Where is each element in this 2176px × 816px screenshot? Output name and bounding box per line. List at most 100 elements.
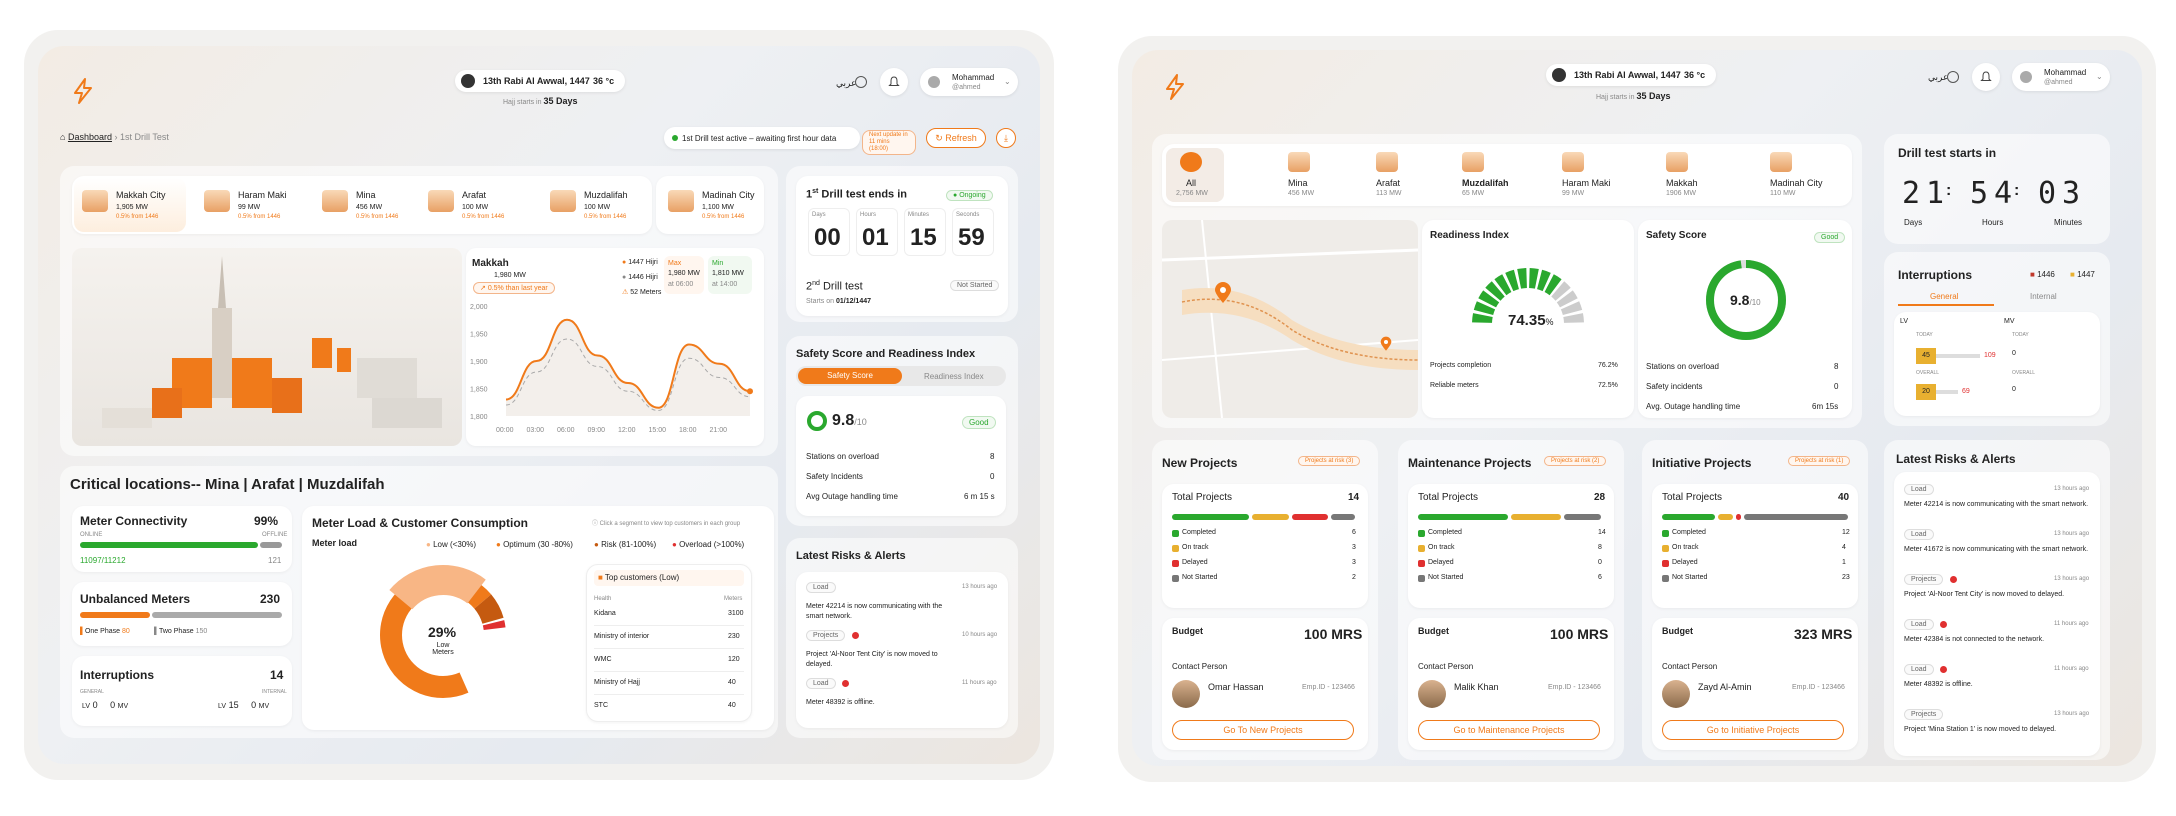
tab-general[interactable]: General xyxy=(1930,292,1958,301)
contact-name: Malik Khan xyxy=(1454,682,1499,692)
safety-row-value: 0 xyxy=(1834,382,1839,391)
route-map[interactable] xyxy=(1162,220,1418,418)
safety-row-value: 6 m 15 s xyxy=(964,492,995,501)
download-button[interactable]: ⤓ xyxy=(996,128,1016,148)
safety-row-label: Safety Incidents xyxy=(806,472,863,481)
city-name[interactable]: Muzdalifah xyxy=(584,190,628,200)
risk-time: 11 hours ago xyxy=(2054,621,2089,627)
hijri-date: 13th Rabi Al Awwal, 1447 xyxy=(483,76,590,86)
line-chart[interactable]: 2,000 1,950 1,900 1,850 1,800 00:00 03:00 06:00… xyxy=(466,298,764,438)
employee-id: Emp.ID - 123466 xyxy=(1548,684,1601,691)
risk-text[interactable]: Meter 42384 is not connected to the netw… xyxy=(1904,635,2094,644)
projects-at-risk-badge[interactable]: Projects at risk (3) xyxy=(1298,456,1361,466)
language-toggle[interactable]: عربي xyxy=(836,78,856,89)
risk-time: 13 hours ago xyxy=(2054,531,2090,537)
home-icon[interactable]: ⌂ xyxy=(60,132,65,142)
city-name[interactable]: Arafat xyxy=(462,190,486,200)
notification-bell-icon-right[interactable] xyxy=(1972,63,2000,91)
user-handle: @ahmed xyxy=(952,84,981,91)
load-legend-item[interactable]: ● Optimum (30 -80%) xyxy=(496,540,573,549)
zone-mw: 110 MW xyxy=(1770,190,1796,197)
contact-label: Contact Person xyxy=(1662,662,1718,671)
risk-text[interactable]: Meter 48392 is offline. xyxy=(806,698,946,708)
city-name[interactable]: Makkah City xyxy=(116,190,166,200)
budget-value: 100 MRS xyxy=(1550,626,1609,642)
status-label: Completed xyxy=(1672,529,1706,536)
load-legend-item[interactable]: ● Overload (>100%) xyxy=(672,540,744,549)
download-icon: ⤓ xyxy=(1004,133,1008,143)
status-value: 14 xyxy=(1598,529,1606,536)
risk-tag: Load xyxy=(806,582,836,593)
timer-unit: Minutes xyxy=(2054,218,2083,227)
risk-text[interactable]: Meter 41672 is now communicating with th… xyxy=(1904,545,2094,554)
zone-mw: 456 MW xyxy=(1288,190,1315,197)
user-menu-right[interactable]: Mohammad @ahmed ⌄ xyxy=(2012,63,2110,91)
risk-text[interactable]: Project 'Mina Station 1' is now moved to… xyxy=(1904,725,2094,734)
zone-name[interactable]: Muzdalifah xyxy=(1462,178,1509,188)
series-area xyxy=(506,319,750,416)
projects-at-risk-badge[interactable]: Projects at risk (2) xyxy=(1544,456,1607,466)
status-label: Delayed xyxy=(1428,559,1454,566)
go-to-projects-button[interactable]: Go To New Projects xyxy=(1172,720,1354,740)
language-toggle-right[interactable]: عربي xyxy=(1928,72,1948,83)
map-pin-icon[interactable] xyxy=(1214,282,1232,304)
city-name[interactable]: Madinah City xyxy=(702,190,755,200)
zone-mw: 113 MW xyxy=(1376,190,1402,197)
meter-conn-pct: 99% xyxy=(254,514,279,528)
customer-name: Ministry of Hajj xyxy=(594,679,640,686)
risk-text[interactable]: Meter 42214 is now communicating with th… xyxy=(806,602,946,622)
safety-row-label: Safety incidents xyxy=(1646,382,1703,391)
city-thumbnail xyxy=(428,190,454,212)
go-to-projects-button[interactable]: Go to Initiative Projects xyxy=(1662,720,1844,740)
makkah-3d-map[interactable] xyxy=(72,248,462,446)
zone-name[interactable]: Makkah xyxy=(1666,178,1698,188)
tab-internal[interactable]: Internal xyxy=(2030,292,2057,301)
user-menu[interactable]: Mohammad @ahmed ⌄ xyxy=(920,68,1018,96)
x-tick-label: 21:00 xyxy=(710,427,728,434)
series-end-point[interactable] xyxy=(747,388,753,395)
risk-time: 13 hours ago xyxy=(962,584,998,590)
refresh-icon: ↻ xyxy=(935,133,946,143)
zone-icon xyxy=(1770,152,1792,172)
risk-tag: Projects xyxy=(1904,574,1944,585)
globe-icon[interactable] xyxy=(1947,71,1959,83)
zone-name[interactable]: Mina xyxy=(1288,178,1308,188)
load-legend-item[interactable]: ● Risk (81-100%) xyxy=(594,540,656,549)
projects-at-risk-badge[interactable]: Projects at risk (1) xyxy=(1788,456,1851,466)
status-value: 3 xyxy=(1352,544,1356,551)
city-mw: 100 MW xyxy=(462,204,489,211)
refresh-button[interactable]: ↻ Refresh xyxy=(926,128,986,148)
breadcrumb-dashboard[interactable]: Dashboard xyxy=(68,132,112,142)
countdown-unit: Minutes xyxy=(908,212,930,218)
zone-name[interactable]: Madinah City xyxy=(1770,178,1823,188)
risk-text[interactable]: Project 'Al-Noor Tent City' is now moved… xyxy=(806,650,946,670)
notification-bell-icon[interactable] xyxy=(880,68,908,96)
donut-center-pct: 29% xyxy=(428,624,457,640)
tab-safety-score[interactable]: Safety Score xyxy=(798,368,902,384)
city-thumbnail xyxy=(550,190,576,212)
online-count: 11097/11212 xyxy=(80,556,126,565)
load-legend-item[interactable]: ● Low (<30%) xyxy=(426,540,476,549)
internal-values: LV 15 0 MV xyxy=(218,700,270,710)
risk-text[interactable]: Project 'Al-Noor Tent City' is now moved… xyxy=(1904,590,2094,599)
city-name[interactable]: Mina xyxy=(356,190,376,200)
tab-readiness-index[interactable]: Readiness Index xyxy=(924,372,984,381)
date-pill: 13th Rabi Al Awwal, 1447 36 °c xyxy=(455,70,625,92)
status-dot xyxy=(1418,530,1425,537)
zone-name[interactable]: All xyxy=(1186,178,1196,188)
risk-text[interactable]: Meter 48392 is offline. xyxy=(1904,680,2094,689)
go-to-projects-button[interactable]: Go to Maintenance Projects xyxy=(1418,720,1600,740)
date-pill-right: 13th Rabi Al Awwal, 1447 36 °c xyxy=(1546,64,1716,86)
next-update-badge: Next update in 11 mins (18:00) xyxy=(862,130,916,155)
gauge-segment xyxy=(1563,313,1584,323)
map-pin-icon[interactable] xyxy=(1380,336,1392,352)
risk-text[interactable]: Meter 42214 is now communicating with th… xyxy=(1904,500,2094,509)
globe-icon[interactable] xyxy=(855,76,867,88)
zone-name[interactable]: Arafat xyxy=(1376,178,1400,188)
zone-name[interactable]: Haram Maki xyxy=(1562,178,1611,188)
city-name[interactable]: Haram Maki xyxy=(238,190,287,200)
status-dot xyxy=(1662,575,1669,582)
internal-label: INTERNAL xyxy=(262,689,287,695)
reliable-meters-value: 72.5% xyxy=(1598,382,1618,389)
gauge-segment xyxy=(1517,268,1527,289)
